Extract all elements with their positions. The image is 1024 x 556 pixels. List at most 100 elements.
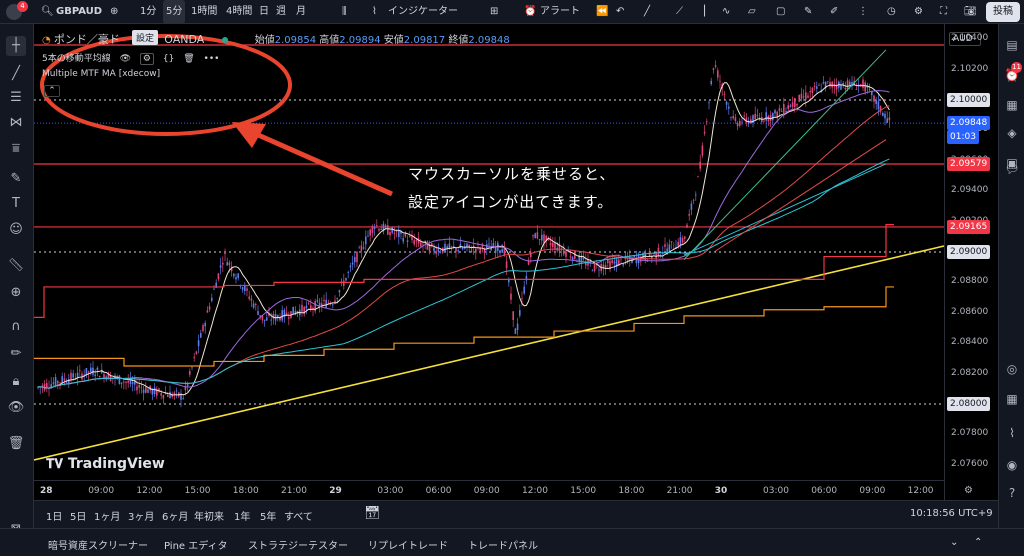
tab-timeframe-1m[interactable]: 1分 (140, 0, 156, 24)
ruler-icon[interactable]: 📏︎ (6, 256, 26, 276)
rectangle-tool-icon[interactable]: ▢ (776, 0, 785, 24)
shape-tool-icon[interactable]: ▱ (748, 0, 756, 24)
clock-readout[interactable]: 10:18:56 UTC+9 (910, 508, 993, 519)
range-button[interactable]: すべて (284, 508, 313, 523)
range-button[interactable]: 1日 (46, 508, 62, 523)
help-icon[interactable]: ? (1003, 484, 1021, 502)
chart-pane[interactable]: ◔ ポンド／豪ド OANDA 始値2.09854 高値2.09894 安値2.0… (34, 24, 998, 500)
magnet-icon[interactable]: ∩ (6, 317, 26, 337)
range-button[interactable]: 5日 (70, 508, 86, 523)
panel-tab[interactable]: トレードパネル (468, 537, 538, 552)
alert-button[interactable]: アラート (540, 0, 580, 24)
pen-tool-icon[interactable]: ✐ (830, 0, 838, 24)
lock-icon[interactable]: 🔒︎ (6, 372, 26, 392)
chat-icon[interactable]: 💬︎ (1003, 160, 1021, 178)
price-level-tag[interactable]: 2.09000 (947, 245, 991, 259)
gear-icon[interactable]: ⚙ (964, 485, 973, 496)
range-button[interactable]: 3ヶ月 (128, 508, 154, 523)
price-level-tag[interactable]: 2.09165 (947, 219, 991, 234)
gear-icon[interactable]: ⚙ (139, 53, 154, 65)
price-scale[interactable]: AUD 2.104002.102002.100002.098002.096002… (944, 24, 998, 500)
time-label: 03:00 (763, 486, 789, 496)
panel-tab[interactable]: ストラテジーテスター (248, 537, 348, 552)
fullscreen-icon[interactable]: ⛶ (940, 0, 947, 24)
current-price-tag[interactable]: 2.09848 (947, 116, 991, 131)
news-icon[interactable]: ▦ (1003, 96, 1021, 114)
legend-title[interactable]: ポンド／豪ド (54, 33, 120, 46)
candle-type-icon[interactable]: ⫼ (342, 0, 347, 24)
camera-icon[interactable]: 📷︎ (964, 0, 977, 24)
gear-icon[interactable]: ⚙ (914, 0, 923, 24)
search-icon[interactable]: 🔍︎ (41, 0, 54, 24)
undo-icon[interactable]: ↶ (616, 0, 624, 24)
podcast-icon[interactable]: ◉ (1003, 456, 1021, 474)
compare-add-icon[interactable]: ⊕ (110, 0, 118, 24)
calendar-grid-icon[interactable]: ▦ (1003, 390, 1021, 408)
trash-icon[interactable]: 🗑︎ (6, 434, 26, 454)
indicators-button[interactable]: インジケーター (388, 0, 458, 24)
layout-grid-icon[interactable]: ⊞ (490, 0, 498, 24)
eye-icon[interactable]: 👁︎ (6, 398, 26, 418)
indicator-row-mtf[interactable]: Multiple MTF MA [xdecow] (42, 69, 160, 79)
panel-tab[interactable]: Pine エディタ (164, 537, 228, 552)
source-code-icon[interactable]: {} (163, 54, 174, 64)
trend-line-tool-icon[interactable]: ╱ (644, 0, 650, 24)
tab-timeframe-1h[interactable]: 1時間 (191, 0, 217, 24)
watchlist-icon[interactable]: ▤ (1003, 36, 1021, 54)
clock-icon[interactable]: ◷ (887, 0, 896, 24)
tab-timeframe-day[interactable]: 日 (259, 0, 269, 24)
date-range-icon[interactable]: 📅︎ (364, 506, 381, 521)
symbol-label[interactable]: GBPAUD (56, 0, 102, 24)
path-tool-icon[interactable]: ∿ (722, 0, 730, 24)
trash-icon[interactable]: 🗑︎ (183, 54, 194, 64)
candle-body (818, 84, 820, 86)
chevron-up-icon[interactable]: ⌃ (44, 85, 60, 97)
more-icon[interactable]: ••• (204, 54, 220, 64)
candle-body (822, 82, 825, 84)
tab-timeframe-week[interactable]: 週 (276, 0, 286, 24)
range-button[interactable]: 年初来 (194, 508, 224, 523)
tab-timeframe-month[interactable]: 月 (296, 0, 306, 24)
panel-tab[interactable]: 暗号資産スクリーナー (48, 537, 148, 552)
zoom-in-icon[interactable]: ⊕ (6, 283, 26, 303)
range-button[interactable]: 6ヶ月 (162, 508, 188, 523)
crosshair-icon[interactable]: ┼ (6, 36, 26, 56)
price-level-tag[interactable]: 2.10000 (947, 93, 991, 107)
price-level-tag[interactable]: 2.09579 (947, 156, 991, 171)
price-level-tag[interactable]: 2.08000 (947, 397, 991, 411)
candle-body (147, 389, 149, 393)
indicators-icon[interactable]: ⌇ (372, 0, 377, 24)
eye-icon[interactable]: 👁︎ (120, 54, 131, 64)
tab-timeframe-4h[interactable]: 4時間 (226, 0, 252, 24)
replay-icon[interactable]: ⏪ (596, 0, 608, 24)
vertical-line-icon[interactable]: ⎮ (702, 0, 707, 24)
layers-icon[interactable]: ◈ (1003, 124, 1021, 142)
range-button[interactable]: 1ヶ月 (94, 508, 120, 523)
target-icon[interactable]: ◎ (1003, 360, 1021, 378)
tab-timeframe-5m[interactable]: 5分 (163, 0, 186, 24)
panel-tab[interactable]: リプレイトレード (368, 537, 448, 552)
fib-icon[interactable]: ⩸ (6, 139, 26, 159)
range-button[interactable]: 1年 (234, 508, 250, 523)
maximize-panel-icon[interactable]: ⌃ (974, 537, 982, 548)
pulse-icon[interactable]: ⌇ (1003, 424, 1021, 442)
price-chart-svg[interactable] (34, 24, 998, 500)
text-icon[interactable]: T (6, 194, 26, 214)
time-label: 29 (329, 486, 342, 496)
candle-body (739, 120, 741, 126)
time-axis[interactable]: ⚙ 28 09:00 12:00 15:00 18:00 21:00 29 03:00 06:0… (34, 480, 973, 500)
more-tools-icon[interactable]: ⋮ (858, 0, 868, 24)
brush-tool-icon[interactable]: ✎ (804, 0, 812, 24)
pitchfork-icon[interactable]: ⋈ (6, 113, 26, 133)
indicator-row-ma5[interactable]: 5本の移動平均線 👁︎ ⚙ {} 🗑︎ ••• (42, 51, 220, 65)
brush-icon[interactable]: ✎ (6, 169, 26, 189)
emoji-icon[interactable]: ☺ (6, 220, 26, 240)
trend-line-icon[interactable]: ╱ (6, 64, 26, 84)
publish-button[interactable]: 投稿 (986, 2, 1020, 22)
lock-drawings-icon[interactable]: ✏ (6, 344, 26, 364)
alert-clock-icon[interactable]: ⏰ (524, 0, 536, 24)
ray-tool-icon[interactable]: ⟋ (676, 0, 683, 24)
minimize-panel-icon[interactable]: ⌄ (950, 537, 958, 548)
range-button[interactable]: 5年 (260, 508, 276, 523)
horizontal-lines-icon[interactable]: ☰ (6, 88, 26, 108)
